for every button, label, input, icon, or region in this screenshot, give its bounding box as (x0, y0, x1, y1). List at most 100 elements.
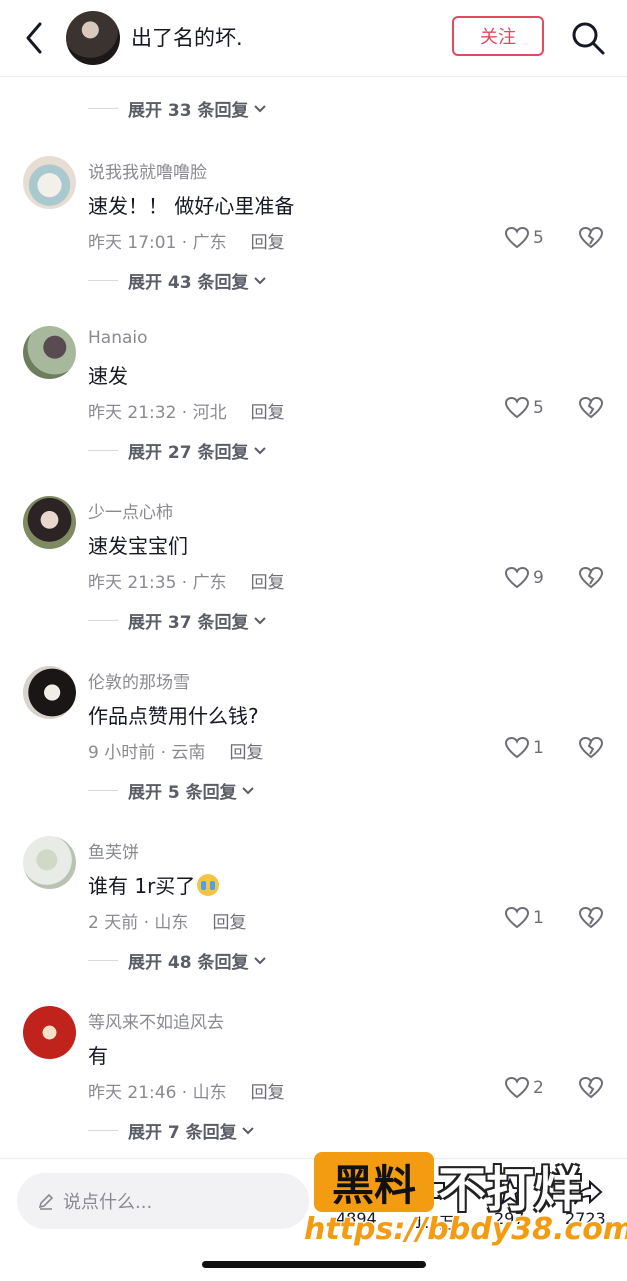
expand-replies-label: 展开 27 条回复 (128, 443, 249, 463)
comment-time-location: 2 天前 · 山东 (88, 913, 189, 933)
like-button[interactable]: 2 (504, 1076, 544, 1100)
heart-icon (504, 1076, 530, 1099)
comment-item: 说我我就噜噜脸 速发！！ 做好心里准备 昨天 17:01 · 广东 回复 5 展… (0, 156, 627, 326)
reply-button[interactable]: 回复 (251, 228, 285, 253)
comment-time-location: 昨天 21:46 · 山东 (88, 1083, 227, 1103)
comment-input[interactable]: 说点什么... (17, 1173, 309, 1229)
broken-heart-icon[interactable] (578, 906, 604, 930)
heart-icon (504, 396, 530, 419)
broken-heart-icon[interactable] (578, 396, 604, 420)
broken-heart-icon[interactable] (578, 736, 604, 760)
chevron-down-icon (241, 1126, 254, 1134)
reply-button[interactable]: 回复 (251, 1078, 285, 1103)
heart-icon (504, 566, 530, 589)
comment-meta: 昨天 21:32 · 河北 回复 (88, 398, 285, 423)
comment-item: 少一点心柿 速发宝宝们 昨天 21:35 · 广东 回复 9 展开 37 条回复 (0, 496, 627, 666)
search-icon[interactable] (568, 18, 608, 58)
expand-replies-link[interactable]: 展开 27 条回复 (88, 438, 267, 463)
comment-username[interactable]: Hanaio (88, 328, 148, 348)
chevron-down-icon (253, 956, 266, 964)
divider-line (88, 108, 118, 109)
home-indicator (202, 1261, 426, 1268)
comment-text: 速发！！ 做好心里准备 (88, 194, 295, 218)
follow-button[interactable]: 关注 (452, 16, 544, 56)
expand-replies-label: 展开 33 条回复 (128, 101, 249, 121)
like-count: 5 (533, 398, 544, 418)
divider-line (88, 960, 118, 961)
like-button[interactable]: 5 (504, 226, 544, 250)
comment-text: 速发 (88, 364, 128, 388)
watermark-text: 不打烊 (438, 1162, 583, 1218)
comment-meta: 9 小时前 · 云南 回复 (88, 738, 263, 763)
avatar[interactable] (23, 496, 76, 549)
comment-username[interactable]: 伦敦的那场雪 (88, 668, 190, 693)
like-count: 1 (533, 908, 544, 928)
comment-meta: 昨天 21:35 · 广东 回复 (88, 568, 285, 593)
comment-meta: 昨天 17:01 · 广东 回复 (88, 228, 285, 253)
comment-item: 等风来不如追风去 有 昨天 21:46 · 山东 回复 2 展开 7 条回复 (0, 1006, 627, 1156)
comment-username[interactable]: 少一点心柿 (88, 498, 173, 523)
broken-heart-icon[interactable] (578, 566, 604, 590)
like-button[interactable]: 5 (504, 396, 544, 420)
like-button[interactable]: 1 (504, 736, 544, 760)
reply-button[interactable]: 回复 (251, 398, 285, 423)
author-avatar[interactable] (66, 11, 120, 65)
like-count: 2 (533, 1078, 544, 1098)
like-count: 1 (533, 738, 544, 758)
comment-username[interactable]: 鱼芙饼 (88, 838, 139, 863)
comment-item: 伦敦的那场雪 作品点赞用什么钱? 9 小时前 · 云南 回复 1 展开 5 条回… (0, 666, 627, 836)
broken-heart-icon[interactable] (578, 1076, 604, 1100)
comment-text-content: 谁有 1r买了 (88, 874, 196, 898)
divider-line (88, 1130, 118, 1131)
like-count: 9 (533, 568, 544, 588)
reply-button[interactable]: 回复 (229, 738, 263, 763)
comment-input-placeholder: 说点什么... (63, 1192, 153, 1213)
expand-replies-link[interactable]: 展开 37 条回复 (88, 608, 267, 633)
like-button[interactable]: 9 (504, 566, 544, 590)
divider-line (88, 450, 118, 451)
chevron-down-icon (253, 104, 266, 112)
comment-meta: 2 天前 · 山东 回复 (88, 908, 246, 933)
chevron-down-icon (253, 616, 266, 624)
comment-text: 有 (88, 1044, 108, 1068)
avatar[interactable] (23, 836, 76, 889)
avatar[interactable] (23, 326, 76, 379)
comment-item: 鱼芙饼 谁有 1r买了 2 天前 · 山东 回复 1 展开 48 条回复 (0, 836, 627, 1006)
comment-username[interactable]: 等风来不如追风去 (88, 1008, 224, 1033)
expand-replies-link[interactable]: 展开 48 条回复 (88, 948, 267, 973)
expand-replies-label: 展开 37 条回复 (128, 613, 249, 633)
watermark-logo: 黑料 (314, 1152, 434, 1212)
expand-replies-link[interactable]: 展开 5 条回复 (88, 778, 255, 803)
heart-icon (504, 906, 530, 929)
comment-list: 展开 33 条回复 说我我就噜噜脸 速发！！ 做好心里准备 昨天 17:01 ·… (0, 76, 627, 1156)
expand-replies-link[interactable]: 展开 7 条回复 (88, 1118, 255, 1143)
heart-icon (504, 226, 530, 249)
avatar[interactable] (23, 1006, 76, 1059)
like-button[interactable]: 1 (504, 906, 544, 930)
pencil-icon (38, 1193, 54, 1210)
comment-text: 速发宝宝们 (88, 534, 188, 558)
comment-time-location: 昨天 21:35 · 广东 (88, 573, 227, 593)
chevron-down-icon (253, 276, 266, 284)
avatar[interactable] (23, 156, 76, 209)
broken-heart-icon[interactable] (578, 226, 604, 250)
author-name[interactable]: 出了名的坏. (131, 22, 243, 52)
reply-button[interactable]: 回复 (212, 908, 246, 933)
comment-item: Hanaio 速发 昨天 21:32 · 河北 回复 5 展开 27 条回复 (0, 326, 627, 496)
expand-replies-link[interactable]: 展开 43 条回复 (88, 268, 267, 293)
comment-time-location: 昨天 17:01 · 广东 (88, 233, 227, 253)
chevron-down-icon (253, 446, 266, 454)
like-count: 5 (533, 228, 544, 248)
expand-replies-label: 展开 43 条回复 (128, 273, 249, 293)
watermark-url: https://bbdy38.com (304, 1212, 627, 1247)
expand-replies-link[interactable]: 展开 33 条回复 (88, 96, 267, 121)
expand-replies-label: 展开 48 条回复 (128, 953, 249, 973)
divider-line (88, 620, 118, 621)
avatar[interactable] (23, 666, 76, 719)
comment-username[interactable]: 说我我就噜噜脸 (88, 158, 207, 183)
expand-replies-label: 展开 7 条回复 (128, 1123, 237, 1143)
reply-button[interactable]: 回复 (251, 568, 285, 593)
comment-text: 作品点赞用什么钱? (88, 704, 259, 728)
chevron-down-icon (241, 786, 254, 794)
back-arrow-icon[interactable] (18, 18, 50, 58)
